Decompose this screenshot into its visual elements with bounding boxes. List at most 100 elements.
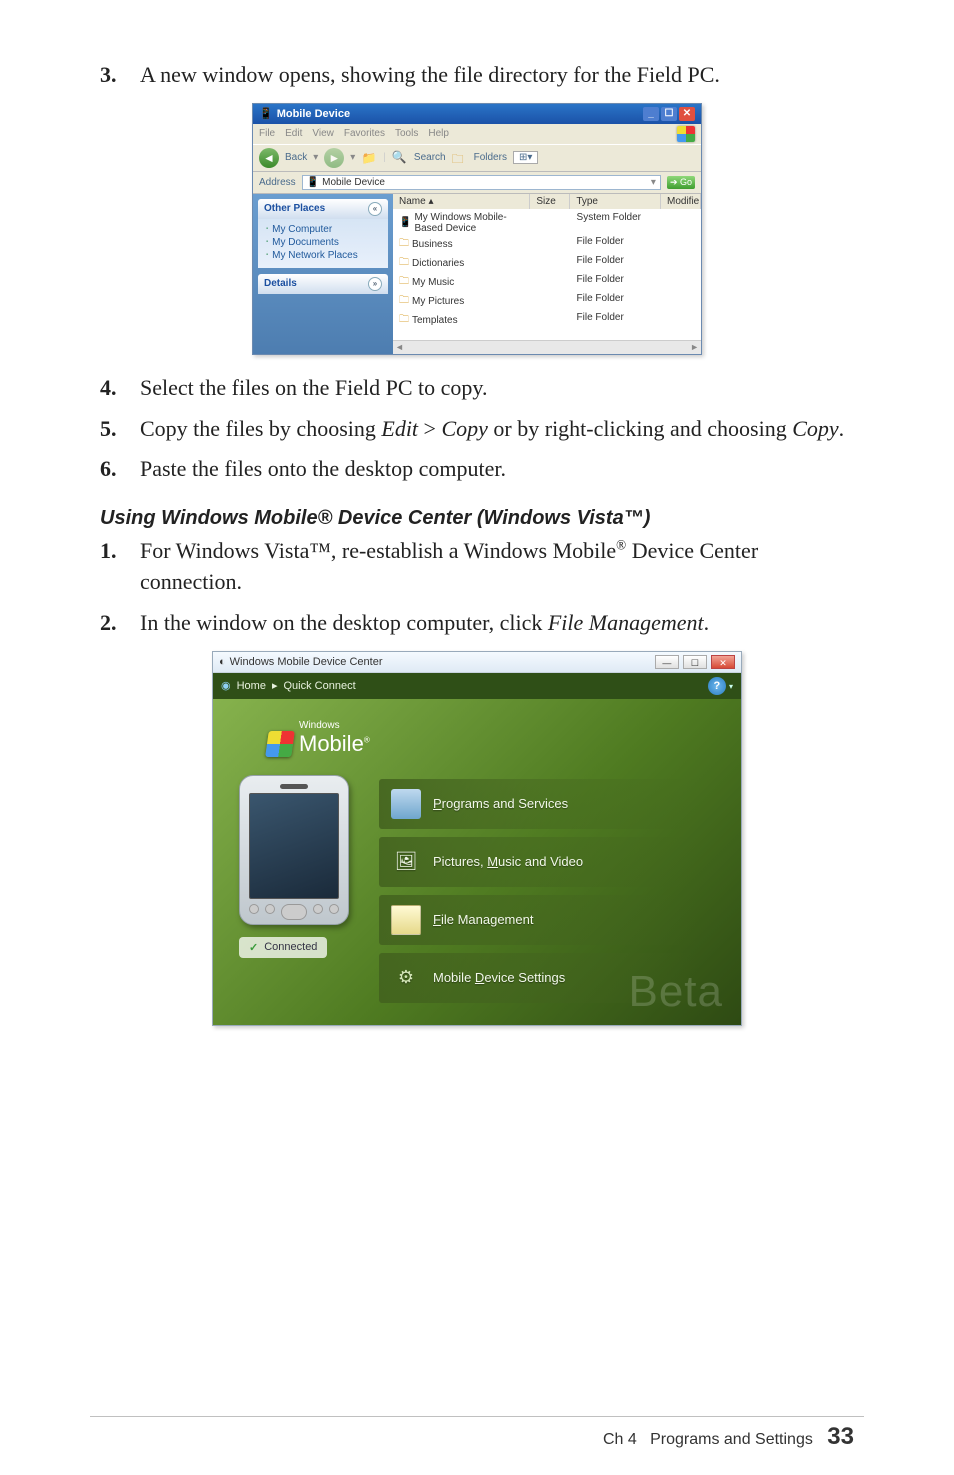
device-screen xyxy=(249,793,339,899)
ordered-steps-a2: 4. Select the files on the Field PC to c… xyxy=(100,373,854,485)
wmdc-breadcrumb-bar: Home ▸ Quick Connect ? ▾ xyxy=(213,673,741,699)
col-type[interactable]: Type xyxy=(570,194,661,209)
minimize-button[interactable]: _ xyxy=(643,107,659,121)
menu-file-management[interactable]: File Management xyxy=(379,895,715,945)
device-dpad xyxy=(281,904,307,920)
wmdc-window: ◐ Windows Mobile Device Center — ☐ ✕ Hom… xyxy=(212,651,742,1026)
menu-edit[interactable]: Edit xyxy=(285,128,302,139)
menu-view[interactable]: View xyxy=(312,128,334,139)
list-item[interactable]: TemplatesFile Folder xyxy=(393,311,701,330)
sidebar-item-my-computer[interactable]: My Computer xyxy=(266,223,380,236)
globe-back-icon[interactable] xyxy=(221,679,231,692)
programs-icon xyxy=(391,789,421,819)
device-column: ✓ Connected xyxy=(239,775,359,958)
maximize-button[interactable]: ☐ xyxy=(661,107,677,121)
menu-help[interactable]: Help xyxy=(428,128,449,139)
wmdc-app-icon: ◐ xyxy=(219,656,226,668)
close-button[interactable]: ✕ xyxy=(679,107,695,121)
device-button xyxy=(249,904,259,914)
wmdc-body: Windows Mobile® xyxy=(213,699,741,1025)
explorer-titlebar[interactable]: 📱 Mobile Device _ ☐ ✕ xyxy=(253,104,701,124)
views-button[interactable]: ⊞▾ xyxy=(513,151,538,164)
chevron-up-icon[interactable]: « xyxy=(368,202,382,216)
list-item[interactable]: My PicturesFile Folder xyxy=(393,292,701,311)
explorer-title-text: Mobile Device xyxy=(277,108,350,120)
col-name[interactable]: Name ▴ xyxy=(393,194,530,209)
sidebar-details: Details » xyxy=(258,274,388,294)
folder-icon xyxy=(399,293,409,310)
wmdc-titlebar[interactable]: ◐ Windows Mobile Device Center — ☐ ✕ xyxy=(213,652,741,673)
horizontal-scrollbar[interactable]: ◄ ► xyxy=(393,340,701,354)
col-size[interactable]: Size xyxy=(530,194,570,209)
menu-programs-services[interactable]: Programs and Services xyxy=(379,779,715,829)
sidebar-other-places: Other Places « My Computer My Documents … xyxy=(258,199,388,268)
step-b1: 1. For Windows Vista™, re-establish a Wi… xyxy=(100,536,854,598)
list-item[interactable]: DictionariesFile Folder xyxy=(393,254,701,273)
up-folder-icon[interactable] xyxy=(361,150,377,166)
page-footer: Ch 4 Programs and Settings 33 xyxy=(0,1423,954,1451)
help-icon[interactable]: ? xyxy=(708,677,726,695)
address-input[interactable]: Mobile Device ▾ xyxy=(302,175,661,190)
file-list: My Windows Mobile-Based DeviceSystem Fol… xyxy=(393,209,701,340)
column-headers: Name ▴ Size Type Modifie xyxy=(393,194,701,209)
windows-logo-icon xyxy=(677,126,695,142)
menu-favorites[interactable]: Favorites xyxy=(344,128,385,139)
search-icon[interactable] xyxy=(392,150,408,166)
step-b2: 2. In the window on the desktop computer… xyxy=(100,608,854,639)
folder-icon xyxy=(399,312,409,329)
menu-file[interactable]: File xyxy=(259,128,275,139)
step-number: 1. xyxy=(100,536,140,598)
figure-explorer: 📱 Mobile Device _ ☐ ✕ File Edit View Fav… xyxy=(100,103,854,355)
back-button[interactable]: ◄ xyxy=(259,148,279,168)
step-number: 2. xyxy=(100,608,140,639)
step-text: Copy the files by choosing Edit > Copy o… xyxy=(140,414,854,445)
page-number: 33 xyxy=(827,1423,854,1450)
device-image xyxy=(239,775,349,925)
explorer-sidebar: Other Places « My Computer My Documents … xyxy=(253,194,393,354)
menu-tools[interactable]: Tools xyxy=(395,128,418,139)
forward-button[interactable]: ► xyxy=(324,148,344,168)
list-item[interactable]: My Windows Mobile-Based DeviceSystem Fol… xyxy=(393,211,701,235)
figure-wmdc: ◐ Windows Mobile Device Center — ☐ ✕ Hom… xyxy=(100,651,854,1026)
chevron-down-icon[interactable]: » xyxy=(368,277,382,291)
footer-rule xyxy=(90,1416,864,1417)
back-label: Back xyxy=(285,152,307,163)
list-item[interactable]: My MusicFile Folder xyxy=(393,273,701,292)
sidebar-item-my-network[interactable]: My Network Places xyxy=(266,249,380,262)
step-text: In the window on the desktop computer, c… xyxy=(140,608,854,639)
device-icon: 📱 xyxy=(259,107,273,120)
go-button[interactable]: ➔ Go xyxy=(667,176,695,189)
scroll-right-icon[interactable]: ► xyxy=(690,342,699,352)
folders-icon[interactable] xyxy=(452,150,468,166)
step-text: A new window opens, showing the file dir… xyxy=(140,60,854,91)
file-icon xyxy=(391,905,421,935)
folder-icon xyxy=(399,274,409,291)
explorer-body: Other Places « My Computer My Documents … xyxy=(253,194,701,354)
menu-pictures-music-video[interactable]: Pictures, Music and Video xyxy=(379,837,715,887)
device-button xyxy=(329,904,339,914)
step-text: Select the files on the Field PC to copy… xyxy=(140,373,854,404)
ordered-steps-a: 3. A new window opens, showing the file … xyxy=(100,60,854,91)
sidebar-item-my-documents[interactable]: My Documents xyxy=(266,236,380,249)
close-button[interactable]: ✕ xyxy=(711,655,735,669)
device-speaker xyxy=(280,784,308,789)
step-3: 3. A new window opens, showing the file … xyxy=(100,60,854,91)
check-icon: ✓ xyxy=(249,941,258,954)
connected-label: Connected xyxy=(264,941,317,953)
step-text: For Windows Vista™, re-establish a Windo… xyxy=(140,536,854,598)
list-item[interactable]: BusinessFile Folder xyxy=(393,235,701,254)
breadcrumb-quick-connect[interactable]: Quick Connect xyxy=(283,680,355,692)
minimize-button[interactable]: — xyxy=(655,655,679,669)
folder-icon xyxy=(399,255,409,272)
windows-mobile-logo: Windows Mobile® xyxy=(267,721,715,757)
scroll-left-icon[interactable]: ◄ xyxy=(395,342,404,352)
breadcrumb-separator: ▸ xyxy=(272,679,278,692)
details-title: Details xyxy=(264,278,297,289)
col-modified[interactable]: Modifie xyxy=(661,194,701,209)
subheading: Using Windows Mobile® Device Center (Win… xyxy=(100,507,854,530)
breadcrumb-home[interactable]: Home xyxy=(237,680,266,692)
other-places-title: Other Places xyxy=(264,203,325,214)
maximize-button[interactable]: ☐ xyxy=(683,655,707,669)
chapter-label: Ch 4 xyxy=(603,1431,637,1448)
search-label: Search xyxy=(414,152,446,163)
